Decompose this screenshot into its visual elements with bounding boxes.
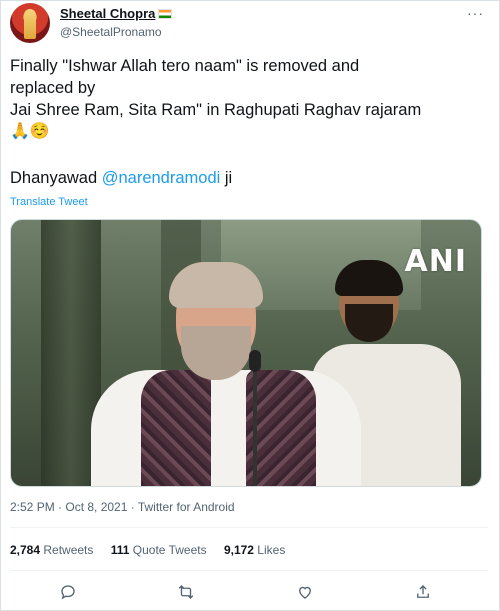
quote-tweets-stat[interactable]: 111 Quote Tweets (111, 543, 207, 557)
tweet-text: Finally "Ishwar Allah tero naam" is remo… (10, 55, 480, 189)
author-handle[interactable]: @SheetalPronamo (60, 25, 172, 39)
tweet-video[interactable]: ANI (10, 219, 482, 487)
divider (10, 527, 488, 528)
avatar[interactable] (10, 3, 50, 43)
tweet-emoji: 🙏☺️ (10, 123, 50, 140)
tweet-line: Jai Shree Ram, Sita Ram" in Raghupati Ra… (10, 101, 422, 119)
like-icon[interactable] (293, 580, 317, 604)
microphone (249, 350, 261, 372)
author-display-name[interactable]: Sheetal Chopra (60, 6, 155, 21)
retweets-stat[interactable]: 2,784 Retweets (10, 543, 93, 557)
reply-icon[interactable] (56, 580, 80, 604)
tweet-line: replaced by (10, 79, 96, 97)
singer-person (71, 260, 371, 486)
translate-tweet-link[interactable]: Translate Tweet (10, 196, 88, 208)
tweet-header: Sheetal Chopra @SheetalPronamo ··· (10, 3, 490, 43)
tweet-thanks-line: Dhanyawad @narendramodi ji (10, 167, 480, 189)
author-block: Sheetal Chopra @SheetalPronamo (60, 5, 173, 39)
avatar-figure (24, 9, 36, 39)
tweet-meta[interactable]: 2:52 PM · Oct 8, 2021 · Twitter for Andr… (10, 500, 235, 514)
action-bar (0, 580, 500, 604)
tweet-stats: 2,784 Retweets 111 Quote Tweets 9,172 Li… (10, 543, 299, 557)
india-flag-icon (158, 9, 173, 19)
retweet-icon[interactable] (174, 580, 198, 604)
likes-stat[interactable]: 9,172 Likes (224, 543, 285, 557)
divider (10, 570, 488, 571)
thanks-suffix: ji (220, 169, 233, 187)
thanks-prefix: Dhanyawad (10, 169, 102, 187)
mention-link[interactable]: @narendramodi (102, 169, 221, 187)
share-icon[interactable] (411, 580, 435, 604)
tweet-line: Finally "Ishwar Allah tero naam" is remo… (10, 57, 360, 75)
more-options-icon[interactable]: ··· (467, 5, 484, 21)
ani-watermark: ANI (404, 244, 467, 279)
mic-stand (253, 370, 257, 486)
